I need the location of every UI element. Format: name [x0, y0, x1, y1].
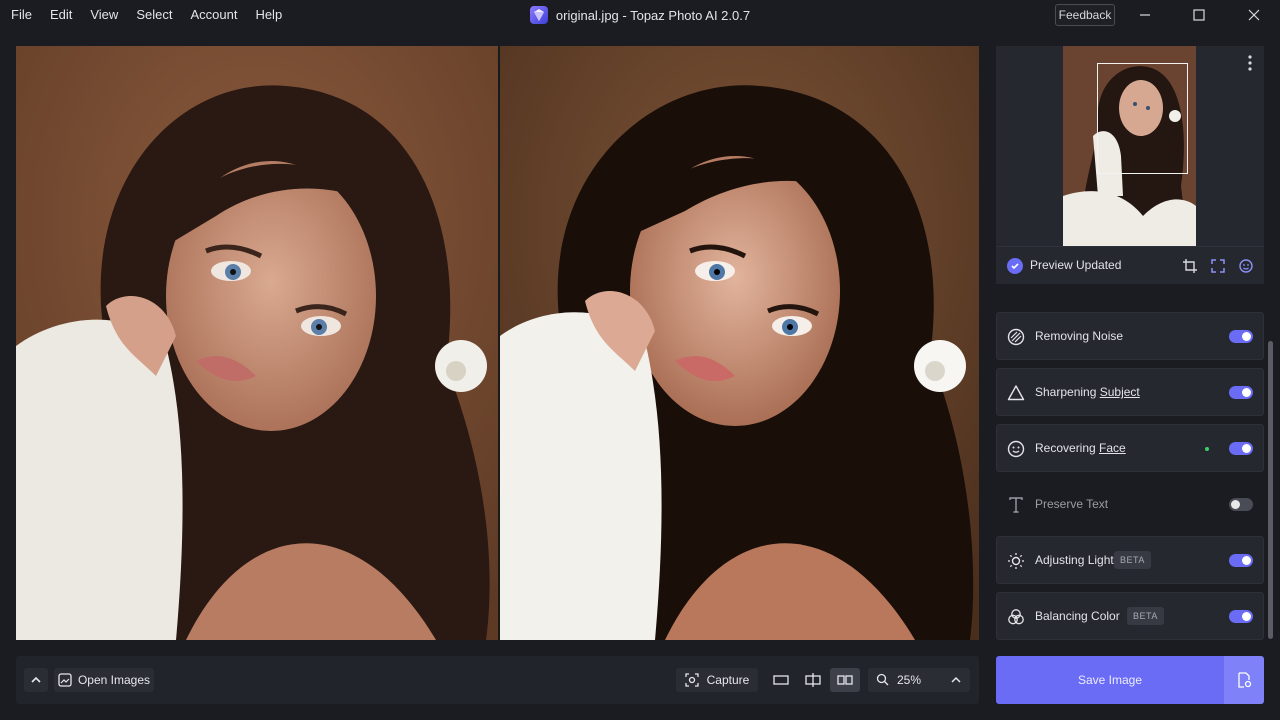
viewport-frame[interactable] — [1097, 63, 1188, 174]
filter-adjusting-lighting[interactable]: Adjusting Lighting BETA — [996, 536, 1264, 584]
expand-button[interactable] — [24, 668, 48, 692]
panel-scrollbar[interactable] — [1268, 341, 1273, 639]
status-dot — [1205, 447, 1209, 451]
preview-status-text: Preview Updated — [1030, 258, 1122, 272]
triangle-icon — [1007, 385, 1025, 401]
close-button[interactable] — [1232, 0, 1276, 30]
preview-status-row: Preview Updated — [996, 246, 1264, 284]
right-panel: Preview Updated Removing Noise Sharpenin… — [996, 46, 1264, 640]
filter-preserve-text[interactable]: Preserve Text — [996, 480, 1264, 528]
zoom-control[interactable]: 25% — [868, 668, 970, 692]
side-by-side-view-button[interactable] — [830, 668, 860, 692]
original-image — [16, 46, 498, 640]
capture-button[interactable]: Capture — [676, 668, 758, 692]
capture-icon — [684, 673, 699, 687]
capture-label: Capture — [706, 673, 750, 687]
split-view-button[interactable] — [798, 668, 828, 692]
menu-edit[interactable]: Edit — [41, 0, 81, 30]
filter-toggle[interactable] — [1229, 386, 1253, 399]
noise-icon — [1007, 328, 1025, 346]
portrait-original-photo — [16, 46, 498, 640]
menu-bar: File Edit View Select Account Help — [0, 0, 291, 30]
maximize-icon — [1193, 9, 1205, 21]
check-icon — [1007, 258, 1023, 274]
image-canvas[interactable] — [16, 46, 979, 640]
maximize-button[interactable] — [1177, 0, 1221, 30]
filter-toggle[interactable] — [1229, 554, 1253, 567]
bottom-toolbar: Open Images Capture 25% — [16, 656, 979, 704]
open-images-label: Open Images — [77, 673, 151, 687]
subject-link[interactable]: Subject — [1100, 385, 1140, 399]
filter-toggle[interactable] — [1229, 330, 1253, 343]
feedback-button[interactable]: Feedback — [1055, 4, 1115, 26]
menu-account[interactable]: Account — [181, 0, 246, 30]
navigator-thumbnail[interactable] — [1063, 46, 1196, 246]
text-icon — [1009, 497, 1023, 513]
split-view-icon — [805, 673, 821, 687]
face-link[interactable]: Face — [1099, 441, 1126, 455]
open-images-button[interactable]: Open Images — [54, 668, 154, 692]
navigator-preview — [996, 46, 1264, 246]
single-view-icon — [773, 675, 789, 685]
filter-sharpening[interactable]: Sharpening Subject — [996, 368, 1264, 416]
title-bar: File Edit View Select Account Help origi… — [0, 0, 1280, 30]
color-icon — [1008, 609, 1024, 625]
menu-file[interactable]: File — [2, 0, 41, 30]
more-options-icon[interactable] — [1246, 54, 1254, 72]
menu-view[interactable]: View — [81, 0, 127, 30]
filter-toggle[interactable] — [1229, 610, 1253, 623]
single-view-button[interactable] — [766, 668, 796, 692]
window-title-text: original.jpg - Topaz Photo AI 2.0.7 — [555, 7, 751, 23]
menu-help[interactable]: Help — [246, 0, 291, 30]
zoom-level: 25% — [897, 673, 922, 687]
chevron-up-icon — [951, 676, 961, 683]
topaz-logo-icon — [529, 6, 548, 24]
crop-icon[interactable] — [1182, 258, 1198, 274]
filter-label: Sharpening Subject — [1035, 385, 1140, 399]
side-by-side-icon — [837, 675, 853, 685]
minimize-button[interactable] — [1123, 0, 1167, 30]
face-icon — [1007, 440, 1025, 458]
processed-image — [500, 46, 979, 640]
save-image-button[interactable]: Save Image — [996, 656, 1224, 704]
zoom-icon — [876, 673, 889, 686]
close-icon — [1248, 9, 1260, 21]
filter-label: Recovering Face — [1035, 441, 1126, 455]
chevron-up-icon — [31, 676, 41, 683]
filter-balancing-color[interactable]: Balancing Color BETA — [996, 592, 1264, 640]
filter-toggle[interactable] — [1229, 442, 1253, 455]
image-icon — [58, 673, 72, 687]
filter-recovering-face[interactable]: Recovering Face — [996, 424, 1264, 472]
filter-label: Preserve Text — [1035, 497, 1109, 511]
save-options-button[interactable] — [1224, 656, 1264, 704]
beta-badge: BETA — [1127, 607, 1164, 625]
menu-select[interactable]: Select — [127, 0, 181, 30]
sun-icon — [1008, 553, 1024, 569]
beta-badge: BETA — [1114, 551, 1151, 569]
save-settings-icon — [1238, 672, 1252, 688]
filter-toggle[interactable] — [1229, 498, 1253, 511]
filter-label: Removing Noise — [1035, 329, 1124, 343]
portrait-processed-photo — [500, 46, 979, 640]
filter-label: Balancing Color — [1035, 609, 1120, 623]
minimize-icon — [1140, 14, 1150, 16]
filter-removing-noise[interactable]: Removing Noise — [996, 312, 1264, 360]
face-detect-icon[interactable] — [1238, 258, 1254, 274]
fullscreen-icon[interactable] — [1210, 258, 1226, 274]
